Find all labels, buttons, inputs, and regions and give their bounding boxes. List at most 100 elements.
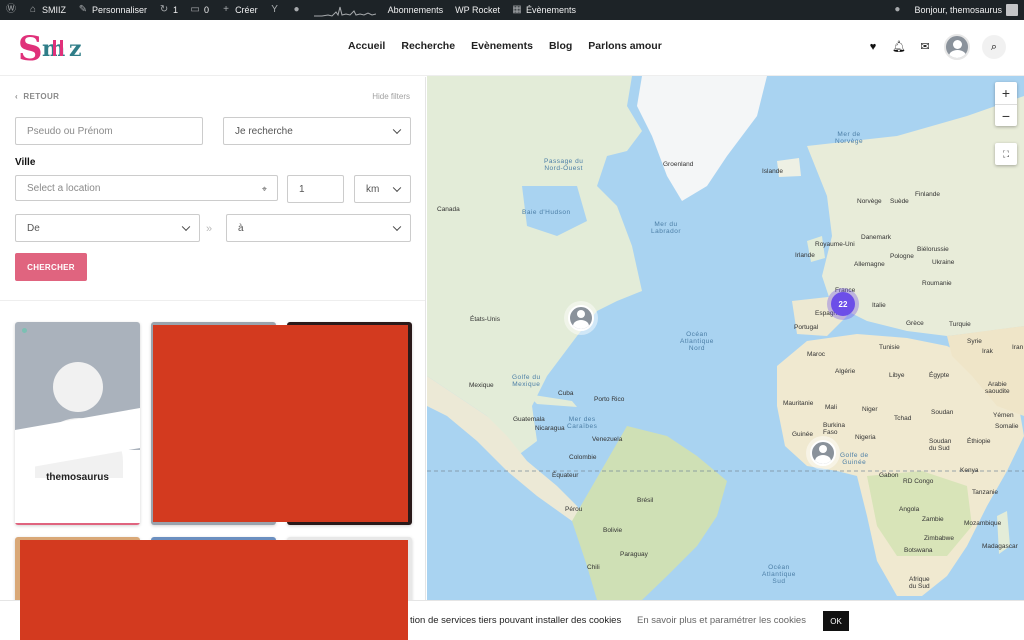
nav-recherche[interactable]: Recherche	[401, 40, 455, 52]
looking-for-select[interactable]: Je recherche	[223, 117, 411, 145]
map-label: Tchad	[894, 415, 912, 422]
events-link[interactable]: ▦ Évènements	[506, 0, 582, 20]
map-label: Algérie	[835, 368, 856, 375]
map-cluster[interactable]: 22	[831, 292, 855, 316]
search-button[interactable]: ⌕	[982, 35, 1006, 59]
back-link[interactable]: ‹ RETOUR	[15, 92, 59, 101]
profile-card[interactable]: themosaurus	[15, 322, 140, 525]
map-label: Cuba	[558, 390, 574, 397]
age-from-select[interactable]: De	[15, 214, 200, 242]
map-label: Bolivie	[603, 527, 623, 534]
site-logo[interactable]: S m z	[18, 26, 102, 72]
cookie-more-link[interactable]: En savoir plus et paramétrer les cookies	[637, 615, 806, 626]
wordpress-logo-button[interactable]: Ⓦ	[0, 0, 22, 20]
mail-icon[interactable]: ✉	[918, 40, 932, 54]
user-avatar[interactable]	[944, 34, 970, 60]
city-label: Ville	[15, 157, 36, 168]
yoast-seo-link[interactable]: Y	[264, 0, 286, 20]
map-label: Somalie	[995, 423, 1019, 430]
map-label: Portugal	[794, 324, 819, 331]
map-label: Islande	[762, 168, 783, 175]
comments-count: 0	[204, 5, 210, 15]
events-label: Évènements	[525, 5, 577, 15]
customize-label: Personnaliser	[92, 5, 148, 15]
map-label: Syrie	[967, 338, 982, 345]
wp-rocket-link[interactable]: WP Rocket	[449, 0, 506, 20]
map-label: Passage du Nord-Ouest	[544, 158, 584, 172]
distance-unit-value: km	[366, 183, 380, 195]
map-label: Pologne	[890, 253, 914, 260]
map-label: Arabie saoudite	[985, 381, 1010, 395]
map-label: Mali	[825, 404, 837, 411]
status-dot-link[interactable]: ●	[286, 0, 308, 20]
bell-icon[interactable]: 🔔︎	[892, 40, 906, 54]
map-label: Paraguay	[620, 551, 648, 558]
map-label: Baie d'Hudson	[522, 209, 571, 216]
stats-sparkline[interactable]	[308, 0, 382, 20]
notification-link[interactable]: ●	[886, 0, 908, 20]
map-label: Danemark	[861, 234, 891, 241]
site-name-link[interactable]: ⌂ SMIIZ	[22, 0, 72, 20]
fullscreen-icon: ⛶	[1002, 148, 1010, 159]
map-label: Italie	[872, 302, 886, 309]
back-label: RETOUR	[23, 92, 60, 101]
subscriptions-link[interactable]: Abonnements	[382, 0, 450, 20]
zoom-out-button[interactable]: −	[995, 104, 1017, 126]
cookie-ok-button[interactable]: OK	[823, 611, 849, 631]
map-label: Grèce	[906, 320, 924, 327]
nav-accueil[interactable]: Accueil	[348, 40, 385, 52]
card-accent-bar	[15, 523, 140, 525]
nav-parlons-amour[interactable]: Parlons amour	[588, 40, 662, 52]
account-menu[interactable]: Bonjour, themosaurus	[908, 0, 1024, 20]
map-label: Allemagne	[854, 261, 885, 268]
search-submit-button[interactable]: CHERCHER	[15, 253, 87, 281]
svg-text:z: z	[69, 36, 82, 62]
distance-unit-select[interactable]: km	[354, 175, 411, 203]
home-icon: ⌂	[29, 4, 37, 15]
map-label: Roumanie	[922, 280, 952, 287]
profile-username[interactable]: themosaurus	[15, 472, 140, 483]
map-label: Soudan	[931, 409, 954, 416]
location-pin-icon[interactable]: ⌖	[262, 184, 267, 195]
looking-for-value: Je recherche	[235, 125, 293, 137]
results-map[interactable]: Groenland Islande Mer de Norvège Finland…	[427, 76, 1024, 600]
zoom-in-button[interactable]: +	[995, 82, 1017, 104]
map-label: Finlande	[915, 191, 940, 198]
map-label: Océan Atlantique Nord	[680, 331, 714, 352]
map-label: Botswana	[904, 547, 933, 554]
map-label: Libye	[889, 372, 905, 379]
comments-link[interactable]: ▭ 0	[184, 0, 215, 20]
new-content-link[interactable]: + Créer	[215, 0, 264, 20]
fullscreen-button[interactable]: ⛶	[995, 143, 1017, 165]
hide-filters-link[interactable]: Hide filters	[372, 92, 410, 101]
status-dot-icon: ●	[293, 4, 300, 15]
admin-bar: Ⓦ ⌂ SMIIZ ✎ Personnaliser ↻ 1 ▭ 0 + Créer Y ●…	[0, 0, 1024, 20]
age-to-value: à	[238, 222, 244, 234]
updates-count: 1	[173, 5, 179, 15]
chevron-down-icon	[392, 222, 402, 232]
age-to-select[interactable]: à	[226, 214, 411, 242]
chevron-down-icon	[181, 222, 191, 232]
site-name-label: SMIIZ	[42, 5, 66, 15]
map-label: Colombie	[569, 454, 597, 461]
map-label: Nicaragua	[535, 425, 565, 432]
map-label: Mer des Caraïbes	[567, 416, 598, 430]
updates-link[interactable]: ↻ 1	[153, 0, 184, 20]
map-label: Canada	[437, 206, 460, 213]
nav-evenements[interactable]: Evènements	[471, 40, 533, 52]
map-label: Kenya	[960, 467, 979, 474]
nav-blog[interactable]: Blog	[549, 40, 572, 52]
map-label: Iran	[1012, 344, 1024, 351]
redaction-overlay	[20, 540, 408, 640]
map-marker[interactable]	[810, 440, 836, 466]
plus-icon: +	[223, 4, 229, 15]
pseudo-placeholder: Pseudo ou Prénom	[27, 125, 113, 137]
pseudo-input[interactable]: Pseudo ou Prénom	[15, 117, 203, 145]
distance-input[interactable]: 1	[287, 175, 344, 203]
stats-sparkline-chart	[313, 6, 376, 17]
location-input[interactable]: Select a location ⌖	[15, 175, 278, 201]
customize-link[interactable]: ✎ Personnaliser	[72, 0, 153, 20]
map-marker[interactable]	[568, 305, 594, 331]
map-label: Brésil	[637, 497, 654, 504]
heart-icon[interactable]: ♥	[866, 40, 880, 54]
